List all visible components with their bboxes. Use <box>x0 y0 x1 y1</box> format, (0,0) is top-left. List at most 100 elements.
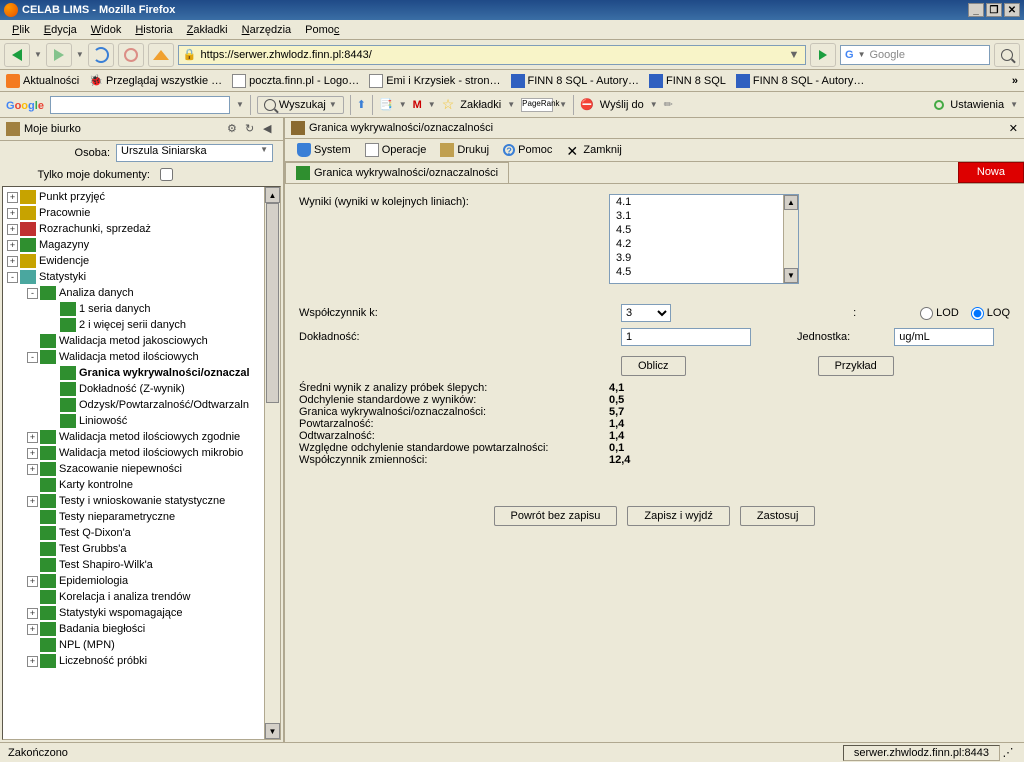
reload-button[interactable] <box>88 43 114 67</box>
tree-item[interactable]: +Badania biegłości <box>3 621 280 637</box>
system-menu[interactable]: System <box>291 141 357 159</box>
bookmark-item[interactable]: Aktualności <box>6 74 79 88</box>
zapisz-button[interactable]: Zapisz i wyjdź <box>627 506 729 526</box>
expand-icon[interactable]: + <box>27 608 38 619</box>
tree-item[interactable]: Test Shapiro-Wilk'a <box>3 557 280 573</box>
menu-item[interactable]: Narzędzia <box>236 22 298 38</box>
close-icon[interactable]: ✕ <box>1009 122 1018 135</box>
tree-item[interactable]: +Punkt przyjęć <box>3 189 280 205</box>
scroll-up-icon[interactable]: ▲ <box>784 195 798 210</box>
scroll-down-icon[interactable]: ▼ <box>784 268 798 283</box>
expand-icon[interactable]: + <box>27 656 38 667</box>
scroll-down-icon[interactable]: ▼ <box>265 723 280 739</box>
expand-icon[interactable]: + <box>27 624 38 635</box>
expand-icon[interactable]: - <box>27 288 38 299</box>
bookmarks-btn[interactable]: Zakładki <box>460 99 501 111</box>
search-button[interactable] <box>994 43 1020 67</box>
expand-icon[interactable]: + <box>27 496 38 507</box>
bookmark-item[interactable]: Emi i Krzysiek - stron… <box>369 74 500 88</box>
lod-radio[interactable]: LOD <box>920 307 959 320</box>
minimize-button[interactable]: _ <box>968 3 984 17</box>
dropdown-icon[interactable]: ▼ <box>787 49 801 61</box>
collapse-icon[interactable]: ◀ <box>263 122 277 136</box>
back-button[interactable] <box>4 43 30 67</box>
tree-item[interactable]: Karty kontrolne <box>3 477 280 493</box>
close-button[interactable]: ✕ <box>1004 3 1020 17</box>
menu-item[interactable]: Pomoc <box>299 22 345 38</box>
print-menu[interactable]: Drukuj <box>434 141 495 159</box>
refresh-icon[interactable]: ↻ <box>245 122 259 136</box>
jedn-input[interactable] <box>894 328 994 346</box>
wyniki-textarea[interactable]: 4.13.14.54.23.94.5 ▲ ▼ <box>609 194 799 284</box>
tree-item[interactable]: Walidacja metod jakosciowych <box>3 333 280 349</box>
highlight-icon[interactable]: ✏ <box>664 98 673 111</box>
oblicz-button[interactable]: Oblicz <box>621 356 686 376</box>
expand-icon[interactable]: + <box>7 224 18 235</box>
send-btn[interactable]: Wyślij do <box>600 99 644 111</box>
gmail-icon[interactable]: M <box>413 99 422 111</box>
expand-icon[interactable]: + <box>7 192 18 203</box>
tab-granica[interactable]: Granica wykrywalności/oznaczalności <box>285 162 509 183</box>
menu-item[interactable]: Edycja <box>38 22 83 38</box>
expand-icon[interactable]: + <box>27 448 38 459</box>
menu-item[interactable]: Plik <box>6 22 36 38</box>
tree-item[interactable]: +Walidacja metod ilościowych zgodnie <box>3 429 280 445</box>
search-input[interactable]: G▼ Google <box>840 45 990 65</box>
bookmark-item[interactable]: FINN 8 SQL - Autory… <box>736 74 864 88</box>
tree-item[interactable]: +Walidacja metod ilościowych mikrobio <box>3 445 280 461</box>
tree-item[interactable]: +Magazyny <box>3 237 280 253</box>
settings-btn[interactable]: Ustawienia <box>950 99 1004 111</box>
tree-item[interactable]: Granica wykrywalności/oznaczal <box>3 365 280 381</box>
go-button[interactable] <box>810 43 836 67</box>
tree-item[interactable]: +Testy i wnioskowanie statystyczne <box>3 493 280 509</box>
expand-icon[interactable]: + <box>27 576 38 587</box>
stop-button[interactable] <box>118 43 144 67</box>
tree-item[interactable]: -Walidacja metod ilościowych <box>3 349 280 365</box>
operations-menu[interactable]: Operacje <box>359 141 433 159</box>
loq-radio[interactable]: LOQ <box>971 307 1010 320</box>
close-menu[interactable]: ✕Zamknij <box>560 141 628 159</box>
tree-item[interactable]: +Ewidencje <box>3 253 280 269</box>
powrot-button[interactable]: Powrót bez zapisu <box>494 506 618 526</box>
url-input[interactable]: 🔒 https://serwer.zhwlodz.finn.pl:8443/ ▼ <box>178 45 806 65</box>
menu-item[interactable]: Widok <box>85 22 128 38</box>
tree-item[interactable]: Test Q-Dixon'a <box>3 525 280 541</box>
bookmark-item[interactable]: FINN 8 SQL - Autory… <box>511 74 639 88</box>
new-button[interactable]: Nowa <box>958 162 1024 183</box>
overflow-icon[interactable]: » <box>1012 75 1018 87</box>
wsp-select[interactable]: 3 <box>621 304 671 322</box>
tree-item[interactable]: NPL (MPN) <box>3 637 280 653</box>
expand-icon[interactable]: + <box>27 464 38 475</box>
search-button[interactable]: Wyszukaj▼ <box>257 96 344 114</box>
tree-item[interactable]: Korelacja i analiza trendów <box>3 589 280 605</box>
dokl-input[interactable] <box>621 328 751 346</box>
scrollbar-thumb[interactable] <box>266 203 279 403</box>
tree-item[interactable]: Testy nieparametryczne <box>3 509 280 525</box>
tree-item[interactable]: -Statystyki <box>3 269 280 285</box>
tree-item[interactable]: +Statystyki wspomagające <box>3 605 280 621</box>
tree-item[interactable]: Liniowość <box>3 413 280 429</box>
home-button[interactable] <box>148 43 174 67</box>
only-mine-checkbox[interactable] <box>160 168 173 181</box>
forward-button[interactable] <box>46 43 72 67</box>
bookmark-item[interactable]: 🐞Przeglądaj wszystkie … <box>89 74 222 87</box>
expand-icon[interactable]: - <box>7 272 18 283</box>
scrollbar[interactable]: ▲ ▼ <box>264 187 280 739</box>
tree-item[interactable]: +Szacowanie niepewności <box>3 461 280 477</box>
tree-item[interactable]: -Analiza danych <box>3 285 280 301</box>
scroll-up-icon[interactable]: ▲ <box>265 187 280 203</box>
expand-icon[interactable]: + <box>27 432 38 443</box>
tree-item[interactable]: Test Grubbs'a <box>3 541 280 557</box>
tree-item[interactable]: Odzysk/Powtarzalność/Odtwarzaln <box>3 397 280 413</box>
menu-item[interactable]: Historia <box>129 22 178 38</box>
tree-item[interactable]: 1 seria danych <box>3 301 280 317</box>
tree-item[interactable]: +Pracownie <box>3 205 280 221</box>
tree-item[interactable]: +Liczebność próbki <box>3 653 280 669</box>
bookmark-item[interactable]: poczta.finn.pl - Logo… <box>232 74 359 88</box>
tree-item[interactable]: Dokładność (Z-wynik) <box>3 381 280 397</box>
scrollbar[interactable]: ▲ ▼ <box>783 195 798 283</box>
expand-icon[interactable]: + <box>7 240 18 251</box>
resize-grip-icon[interactable]: ⋰ <box>1000 746 1016 759</box>
translate-icon[interactable]: 📑 <box>379 98 393 111</box>
expand-icon[interactable]: - <box>27 352 38 363</box>
